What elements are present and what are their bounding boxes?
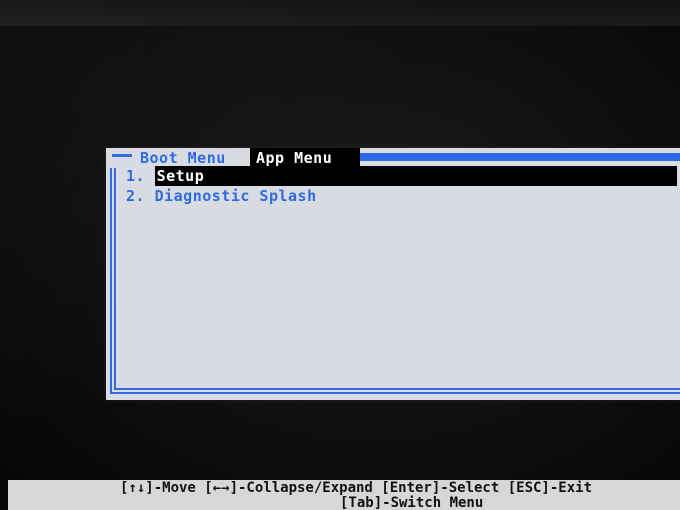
- menu-item-diagnostic-splash[interactable]: 2. Diagnostic Splash: [126, 186, 317, 206]
- menu-item-label: Diagnostic Splash: [154, 187, 317, 205]
- tab-boot-menu[interactable]: Boot Menu: [134, 148, 250, 168]
- help-bar: [↑↓]-Move [←→]-Collapse/Expand [Enter]-S…: [8, 480, 680, 510]
- tab-bar-line-left: [112, 154, 132, 157]
- menu-item-label: Setup: [154, 166, 677, 186]
- monitor-bezel-top: [0, 0, 680, 26]
- help-text-navigation: [↑↓]-Move [←→]-Collapse/Expand [Enter]-S…: [120, 480, 593, 496]
- menu-item-number: 1.: [126, 167, 146, 185]
- menu-item-number: 2.: [126, 187, 146, 205]
- menu-item-setup[interactable]: 1. Setup: [126, 166, 680, 186]
- help-text-switch-menu: [Tab]-Switch Menu: [340, 495, 484, 510]
- tab-app-menu[interactable]: App Menu: [250, 148, 360, 168]
- tab-bar-line-right: [360, 153, 680, 161]
